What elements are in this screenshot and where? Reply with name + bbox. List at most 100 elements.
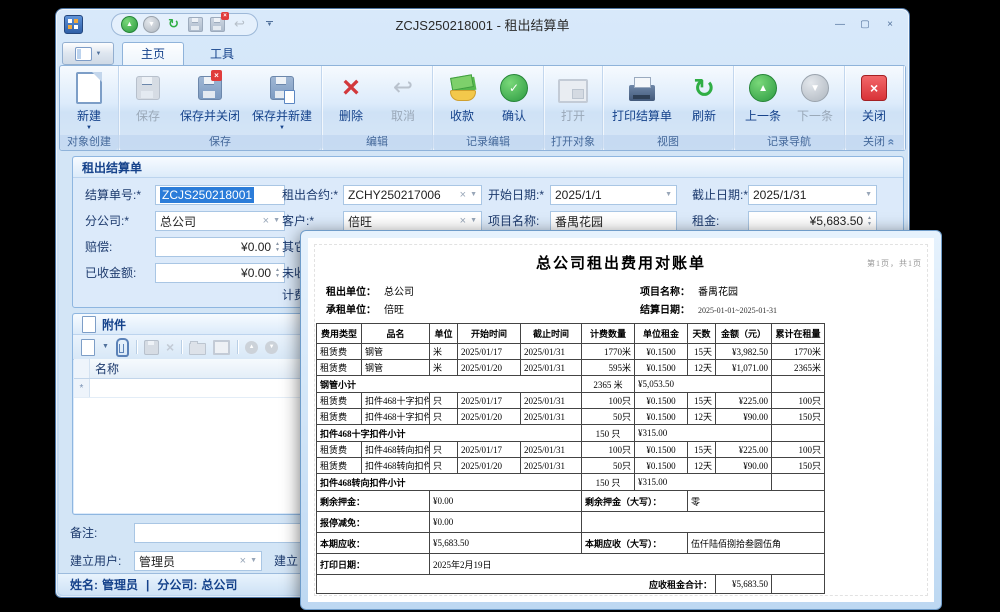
save-attachment-icon[interactable]	[144, 340, 159, 355]
ribbon: 新建 ▼ 对象创建 保存 × 保存并关闭	[59, 65, 906, 151]
report-preview-window[interactable]: 总公司租出费用对账单 第1页，共1页 租出单位：总公司 承租单位：倍旺 项目名称…	[300, 230, 942, 610]
creator-combo[interactable]: 管理员 ×▼	[134, 551, 262, 571]
minimize-button[interactable]: —	[833, 19, 847, 30]
open-button[interactable]: 打开	[548, 69, 598, 125]
ribbon-group-edit: × 删除 ↩ 取消 编辑	[322, 66, 433, 150]
contract-combo[interactable]: ZCHY250217006 ×▼	[343, 185, 482, 205]
delete-button[interactable]: × 删除	[326, 69, 376, 125]
creator-label: 建立用户:	[70, 551, 121, 571]
group-label: 对象创建	[60, 135, 118, 150]
project-label: 项目名称：	[640, 287, 690, 298]
close-window-button[interactable]: ×	[883, 19, 897, 30]
project-input[interactable]: 番禺花园	[550, 211, 677, 231]
end-date-picker[interactable]: 2025/1/31 ▼	[748, 185, 877, 205]
chevron-down-icon: ▼	[267, 23, 273, 28]
chevron-down-icon[interactable]: ▼	[250, 557, 257, 565]
branch-combo[interactable]: 总公司 ×▼	[155, 211, 285, 231]
delete-attachment-icon[interactable]: ×	[166, 340, 174, 354]
project-value: 番禺花园	[698, 287, 738, 298]
application-menu-button[interactable]: ▼	[62, 42, 114, 65]
start-date-picker[interactable]: 2025/1/1 ▼	[550, 185, 677, 205]
next-record-button[interactable]: ▼ 下一条	[790, 69, 840, 125]
customer-label: 客户:*	[282, 211, 314, 231]
spinner[interactable]: ▲▼	[275, 268, 280, 279]
chevron-down-icon[interactable]: ▼	[865, 191, 872, 199]
chevron-down-icon[interactable]: ▼	[102, 343, 109, 351]
save-and-new-button[interactable]: 保存并新建 ▼	[247, 69, 317, 132]
clear-icon[interactable]: ×	[460, 190, 466, 201]
tab-home[interactable]: 主页	[122, 42, 184, 65]
new-button[interactable]: 新建 ▼	[64, 69, 114, 132]
chevron-down-icon[interactable]: ▼	[273, 217, 280, 225]
red-badge-icon: ×	[211, 70, 222, 81]
printer-icon	[629, 85, 655, 101]
confirm-button[interactable]: ✓ 确认	[489, 69, 539, 125]
spinner[interactable]: ▲▼	[275, 242, 280, 253]
cancel-button[interactable]: ↩ 取消	[378, 69, 428, 125]
attachment-icon	[82, 316, 96, 333]
folder-icon[interactable]	[189, 343, 206, 355]
chevron-down-icon: ▼	[86, 125, 92, 131]
save-and-close-button[interactable]: × 保存并关闭	[175, 69, 245, 125]
refresh-icon: ↻	[693, 75, 715, 101]
open-attachment-icon[interactable]	[213, 340, 230, 355]
ribbon-collapse-button[interactable]: «	[885, 139, 899, 146]
app-icon	[64, 15, 83, 34]
save-quick-button[interactable]	[187, 16, 204, 33]
new-attachment-icon[interactable]	[81, 339, 95, 356]
period-label: 结算日期：	[640, 305, 690, 316]
table-row: 租赁费扣件468十字扣件只 2025/01/202025/01/3150只 ¥0…	[317, 409, 825, 425]
divider	[181, 340, 182, 354]
down-circle-icon: ▼	[143, 16, 160, 33]
tab-tools[interactable]: 工具	[192, 43, 252, 65]
status-branch-value: 总公司	[201, 576, 237, 593]
lessor-label: 租出单位：	[326, 287, 376, 298]
rent-input[interactable]: ¥5,683.50 ▲▼	[748, 211, 877, 231]
settle-no-input[interactable]: ZCJS250218001	[155, 185, 285, 205]
compensation-label: 赔偿:	[85, 237, 112, 257]
lessee-value: 倍旺	[384, 305, 404, 316]
clear-icon[interactable]: ×	[460, 216, 466, 227]
spinner[interactable]: ▲▼	[867, 216, 872, 227]
maximize-button[interactable]: ▢	[858, 19, 872, 30]
end-date-label: 截止日期:*	[692, 185, 748, 205]
print-settlement-button[interactable]: 打印结算单	[607, 69, 677, 125]
rent-label: 租金:	[692, 211, 719, 231]
receive-payment-button[interactable]: 收款	[437, 69, 487, 125]
ribbon-group-record-edit: 收款 ✓ 确认 记录编辑	[433, 66, 544, 150]
subtotal-row: 钢管小计 2365 米 ¥5,053.50	[317, 376, 825, 393]
chevron-down-icon[interactable]: ▼	[470, 217, 477, 225]
chevron-down-icon[interactable]: ▼	[470, 191, 477, 199]
check-circle-icon: ✓	[500, 74, 528, 102]
save-button[interactable]: 保存	[123, 69, 173, 125]
received-input[interactable]: ¥0.00 ▲▼	[155, 263, 285, 283]
summary-row-deposit: 剩余押金： ¥0.00 剩余押金（大写）： 零	[317, 491, 825, 512]
previous-record-button[interactable]: ▲ 上一条	[738, 69, 788, 125]
group-label: 编辑	[322, 135, 432, 150]
page-indicator: 第1页，共1页	[867, 258, 922, 269]
refresh-button[interactable]: ↻ 刷新	[679, 69, 729, 125]
summary-row-waiver: 报停减免： ¥0.00	[317, 512, 825, 533]
chevron-down-icon[interactable]: ▼	[665, 191, 672, 199]
paperclip-icon[interactable]	[116, 338, 129, 357]
refresh-quick-button[interactable]: ↻	[165, 16, 182, 33]
move-up-icon[interactable]: ▲	[245, 341, 258, 354]
ribbon-group-close: × 关闭 关闭	[845, 66, 904, 150]
customer-combo[interactable]: 倍旺 ×▼	[343, 211, 482, 231]
save-close-quick-button[interactable]: ×	[209, 16, 226, 33]
clear-icon[interactable]: ×	[240, 556, 246, 567]
close-button[interactable]: × 关闭	[849, 69, 899, 125]
undo-arrow-icon: ↩	[393, 76, 413, 100]
next-record-quick-button[interactable]: ▼	[143, 16, 160, 33]
screen: ▲ ▼ ↻ × ↩ ▼ ZCJS250218001 - 租出结算单 — ▢ × …	[0, 0, 1000, 612]
customize-qat-button[interactable]: ▼	[266, 21, 273, 28]
ribbon-tab-row: ▼ 主页 工具	[56, 39, 909, 65]
move-down-icon[interactable]: ▼	[265, 341, 278, 354]
undo-quick-button[interactable]: ↩	[231, 16, 248, 33]
group-label: 打开对象	[544, 135, 602, 150]
clear-icon[interactable]: ×	[263, 216, 269, 227]
compensation-input[interactable]: ¥0.00 ▲▼	[155, 237, 285, 257]
group-label: 保存	[119, 135, 321, 150]
prev-record-quick-button[interactable]: ▲	[121, 16, 138, 33]
table-header-row: 费用类型品名 单位开始时间 截止时间计费数量 单位租金天数 金额（元）累计在租量	[317, 324, 825, 344]
